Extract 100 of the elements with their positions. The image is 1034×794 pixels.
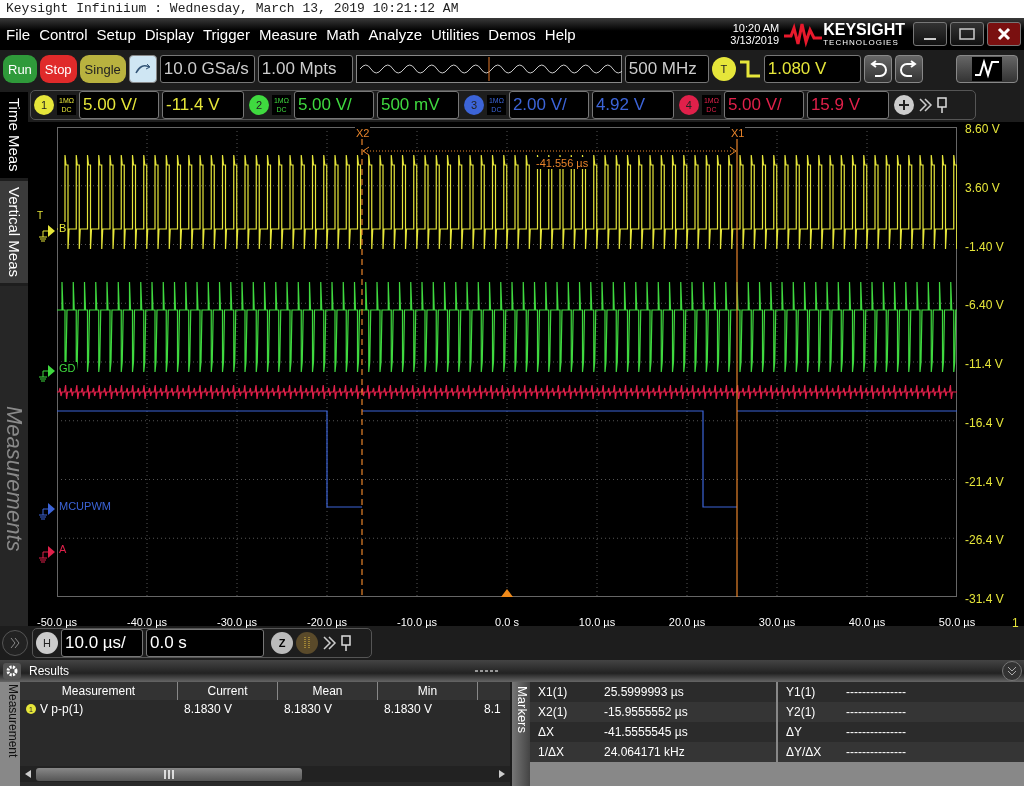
trigger-position-icon xyxy=(501,589,513,597)
cursor-label: X2 xyxy=(355,127,371,139)
settings-icon[interactable] xyxy=(3,663,21,679)
marker-value: --------------- xyxy=(846,745,907,759)
channel-scale-field[interactable]: 2.00 V/ xyxy=(508,91,589,119)
y-axis-label: 8.60 V xyxy=(965,122,1001,136)
scrollbar-thumb[interactable] xyxy=(36,767,302,781)
close-button[interactable] xyxy=(987,22,1021,46)
x-axis-label: -20.0 µs xyxy=(306,616,348,630)
pin-icon[interactable] xyxy=(935,96,948,114)
channel-offset-field[interactable]: 15.9 V xyxy=(806,91,889,119)
navigation-icon[interactable] xyxy=(296,632,318,654)
menu-item[interactable]: Trigger xyxy=(202,25,250,43)
x-axis-label: -40.0 µs xyxy=(126,616,168,630)
undo-button[interactable] xyxy=(863,55,892,83)
trigger-level-marker: T xyxy=(36,210,45,221)
x-axis-label: 40.0 µs xyxy=(847,616,887,630)
scroll-right-icon[interactable] xyxy=(498,769,506,779)
x-axis-label: 0.0 s xyxy=(494,616,520,630)
redo-button[interactable] xyxy=(894,55,923,83)
column-header: Measurement xyxy=(20,682,178,700)
horizontal-scrollbar[interactable] xyxy=(20,766,510,782)
markers-tab[interactable]: Markers xyxy=(512,682,530,786)
menu-item[interactable]: Setup xyxy=(96,25,136,43)
x-axis-label: -50.0 µs xyxy=(36,616,78,630)
minimize-icon xyxy=(924,38,936,40)
y-axis-label: -21.4 V xyxy=(965,474,1004,489)
menu-item[interactable]: Display xyxy=(144,25,194,43)
channel-offset-field[interactable]: 500 mV xyxy=(376,91,459,119)
trigger-level-field[interactable]: 1.080 V xyxy=(763,55,861,83)
waveform-overview[interactable] xyxy=(355,55,622,83)
collapse-icon[interactable] xyxy=(1002,661,1022,681)
window-title: Keysight Infiniium : Wednesday, March 13, 2019 10:21:12 AM xyxy=(5,0,460,18)
marker-value: -15.9555552 µs xyxy=(603,705,689,719)
channel-label: MCUPWM xyxy=(58,500,112,512)
side-tab[interactable]: Time Meas xyxy=(0,92,28,178)
y-axis-label: -1.40 V xyxy=(965,239,1004,254)
table-cell-text: 8.1 xyxy=(483,702,502,716)
rising-edge-icon xyxy=(738,58,761,80)
expand-panel-icon[interactable] xyxy=(2,630,28,656)
menu-item[interactable]: Help xyxy=(544,25,576,43)
channel-label: B xyxy=(58,222,68,234)
expand-icon[interactable] xyxy=(916,97,933,113)
time-position-field[interactable]: 0.0 s xyxy=(146,629,264,657)
channel-label: A xyxy=(58,543,68,555)
x-axis-label: 20.0 µs xyxy=(667,616,707,630)
column-header: Min xyxy=(378,682,478,700)
minimize-button[interactable] xyxy=(913,22,947,46)
side-tab[interactable]: Vertical Meas xyxy=(0,180,28,283)
maximize-button[interactable] xyxy=(950,22,984,46)
menu-item[interactable]: Demos xyxy=(488,25,536,43)
bandwidth-field[interactable]: 500 MHz xyxy=(624,55,709,83)
channel-offset-field[interactable]: -11.4 V xyxy=(161,91,244,119)
menu-item[interactable]: Control xyxy=(39,25,88,43)
resize-grip-icon[interactable] xyxy=(475,669,499,673)
menu-item[interactable]: Utilities xyxy=(431,25,480,43)
menu-item[interactable]: Measure xyxy=(258,25,318,43)
horizontal-badge[interactable]: H xyxy=(36,632,58,654)
autoscale-button[interactable] xyxy=(128,55,157,83)
marker-label: ΔY/ΔX xyxy=(786,745,823,759)
channel-scale-field[interactable]: 5.00 V/ xyxy=(723,91,804,119)
x-axis-label: 10.0 µs xyxy=(577,616,617,630)
channel-offset-field[interactable]: 4.92 V xyxy=(591,91,674,119)
clock-time: 10:20 AM xyxy=(732,22,780,34)
menu-item[interactable]: Analyze xyxy=(368,25,422,43)
menu-item[interactable]: Math xyxy=(326,25,360,43)
zoom-button[interactable]: Z xyxy=(271,632,293,654)
sample-rate-field[interactable]: 10.0 GSa/s xyxy=(159,55,255,83)
marker-label: Y1(1) xyxy=(786,685,817,699)
logo-subtitle: TECHNOLOGIES xyxy=(823,37,900,47)
trigger-badge[interactable]: T xyxy=(711,57,736,81)
pin-icon[interactable] xyxy=(340,634,352,652)
y-axis-label: -26.4 V xyxy=(965,533,1004,548)
marker-value: 25.5999993 µs xyxy=(603,685,685,699)
marker-label: ΔX xyxy=(538,725,556,739)
close-icon xyxy=(997,27,1011,41)
time-scale-field[interactable]: 10.0 µs/ xyxy=(61,629,143,657)
clock-date: 3/13/2019 xyxy=(730,34,780,46)
channel-badge[interactable]: 1 xyxy=(34,95,54,115)
results-title: Results xyxy=(29,664,69,678)
marker-value: --------------- xyxy=(846,685,907,699)
marker-label: 1/ΔX xyxy=(538,745,566,759)
channel-scale-field[interactable]: 5.00 V/ xyxy=(293,91,374,119)
signal-view-button[interactable] xyxy=(955,55,1018,83)
cursor-line[interactable] xyxy=(361,138,363,597)
marker-label: ΔY xyxy=(786,725,804,739)
add-channel-icon[interactable] xyxy=(893,95,914,115)
channel-badge[interactable]: 2 xyxy=(248,95,269,115)
menu-item[interactable]: File xyxy=(6,25,31,43)
expand-icon[interactable] xyxy=(321,635,337,651)
channel-scale-field[interactable]: 5.00 V/ xyxy=(78,91,159,119)
table-cell-text: 8.1830 V xyxy=(383,702,434,716)
measurements-tab[interactable]: Measurement xyxy=(0,682,20,786)
acquisition-button[interactable]: Single xyxy=(79,55,126,83)
memory-depth-field[interactable]: 1.00 Mpts xyxy=(257,55,353,83)
scroll-left-icon[interactable] xyxy=(24,769,32,779)
acquisition-button[interactable]: Stop xyxy=(39,55,77,83)
acquisition-button[interactable]: Run xyxy=(3,55,37,83)
column-header: Mean xyxy=(278,682,378,700)
x-axis-label: 30.0 µs xyxy=(757,616,797,630)
